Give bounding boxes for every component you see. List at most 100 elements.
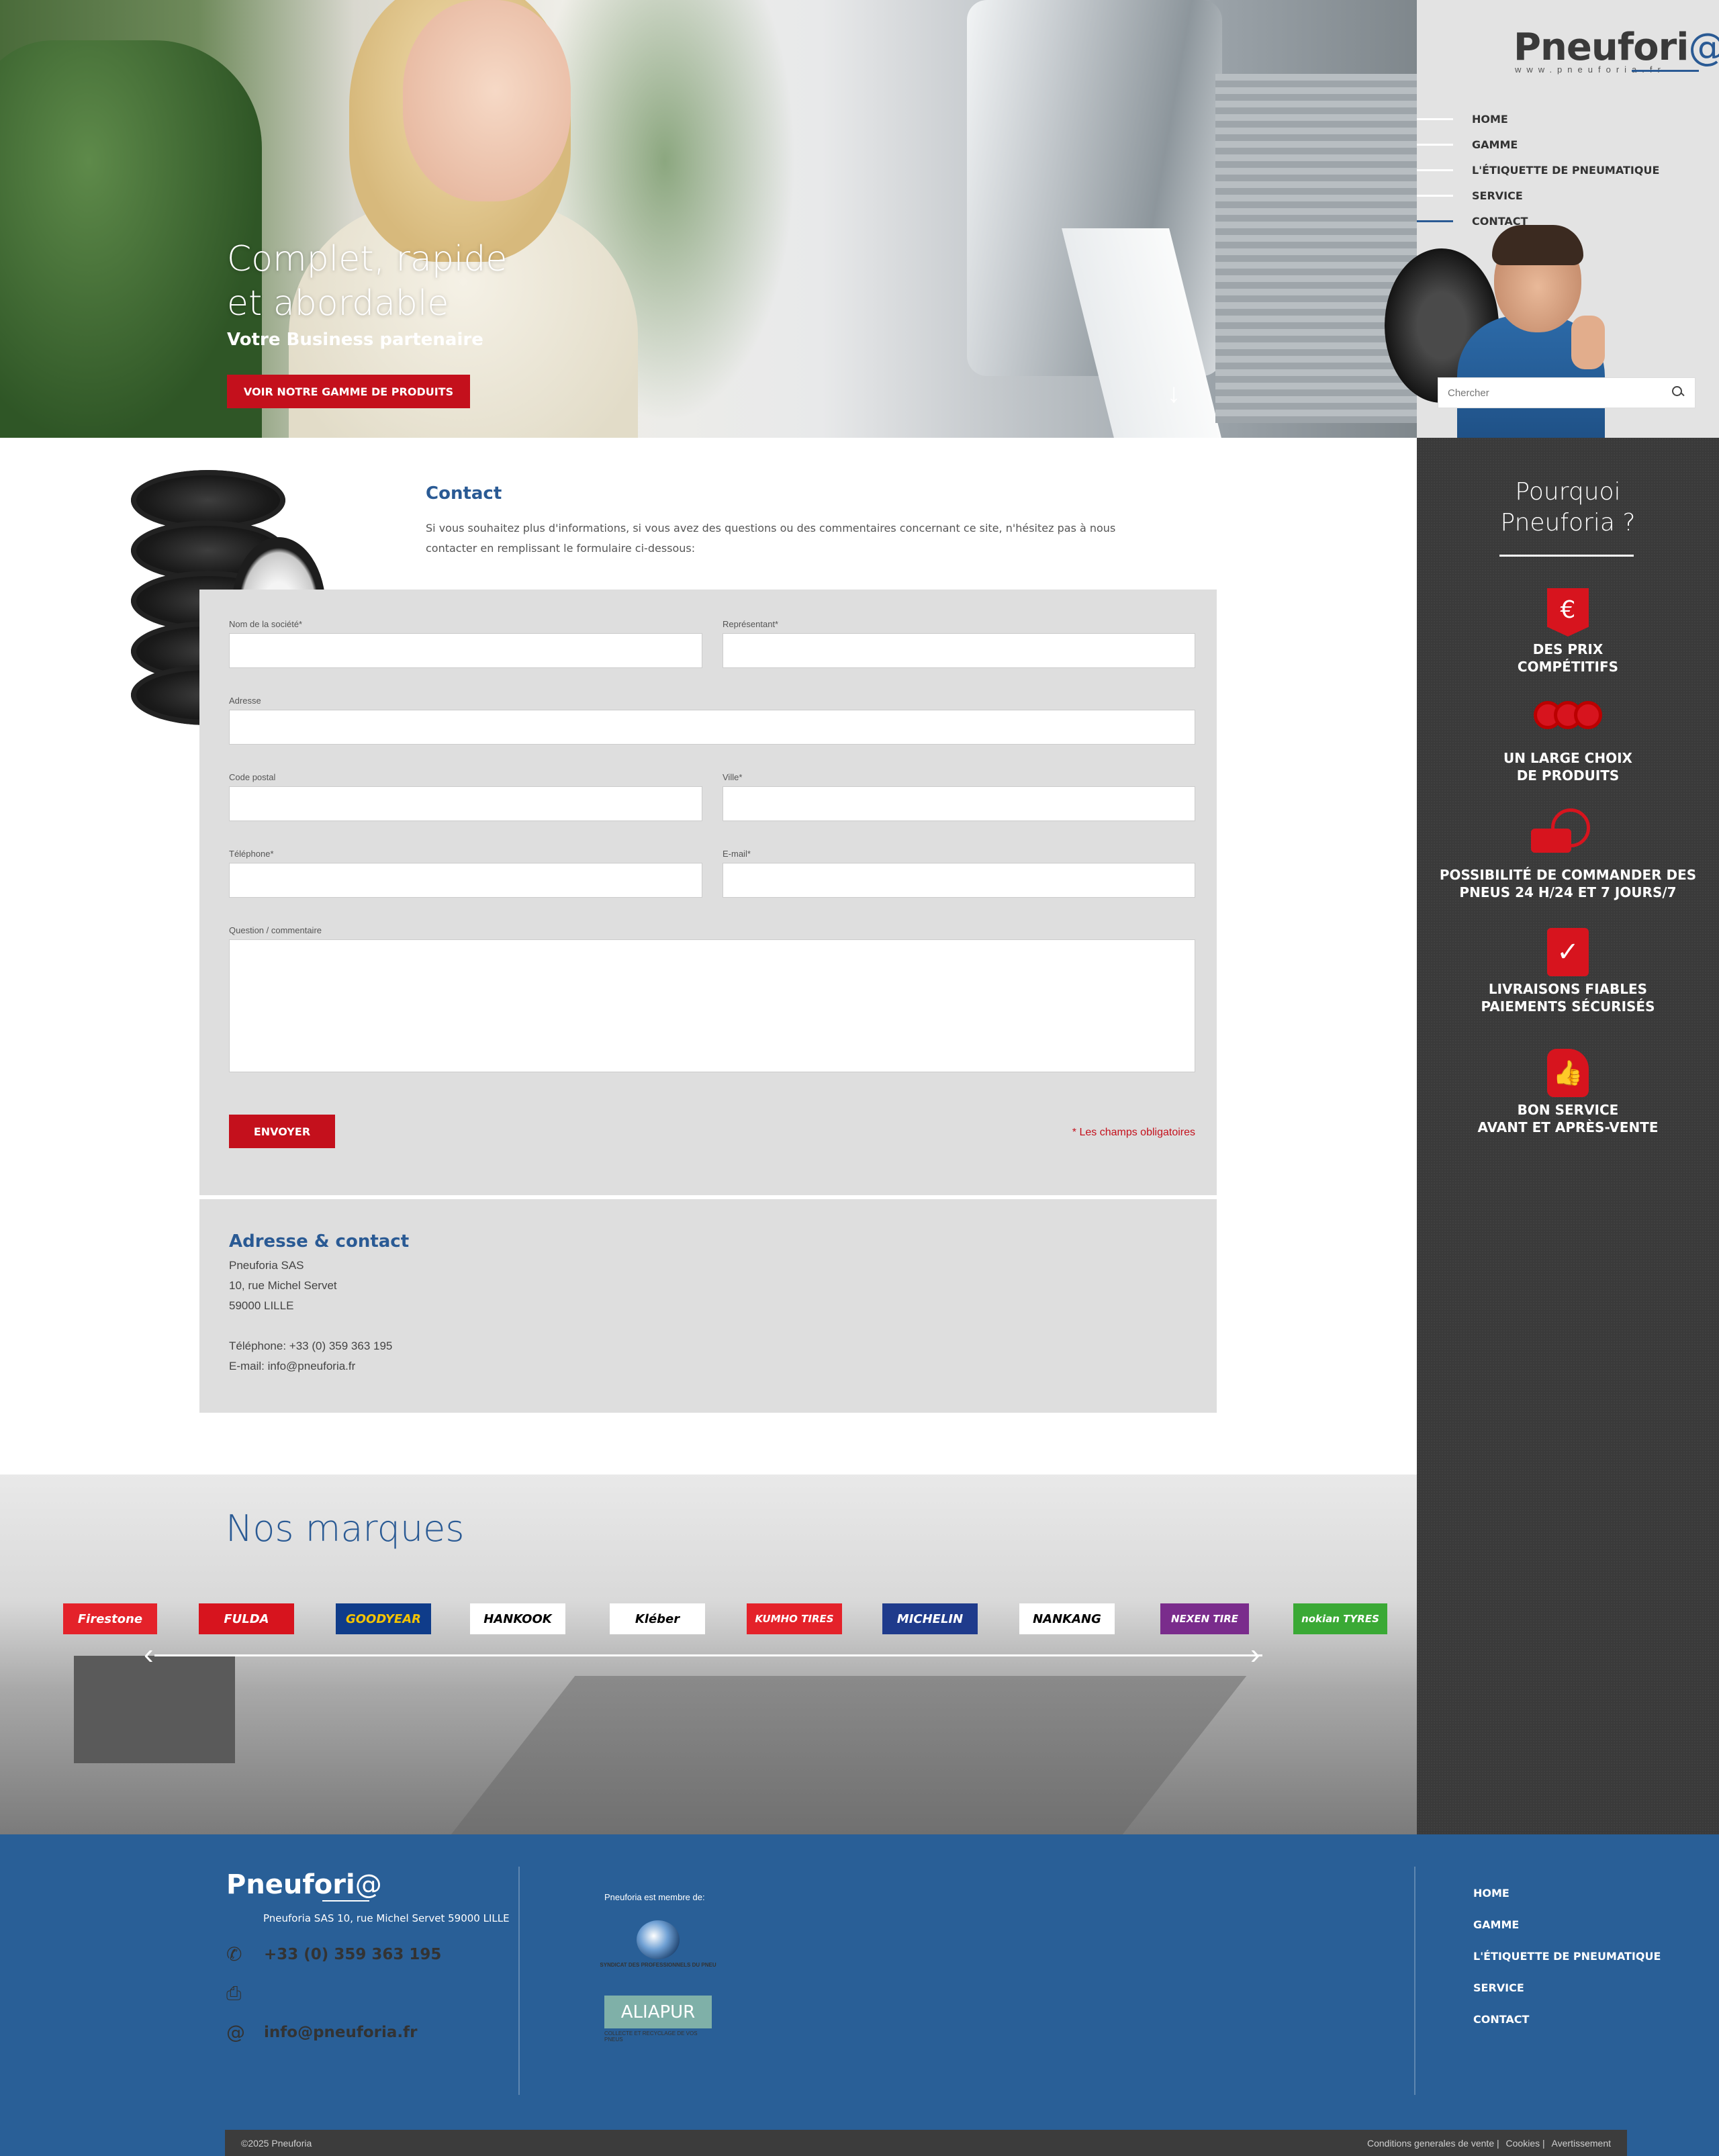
city-label: Ville*	[723, 772, 743, 782]
email-input[interactable]	[723, 863, 1195, 898]
required-note: * Les champs obligatoires	[1072, 1127, 1195, 1138]
feature-choice: UN LARGE CHOIX DE PRODUITS	[1417, 701, 1719, 784]
cookies-link[interactable]: Cookies	[1506, 2138, 1540, 2149]
logo-underline	[1632, 70, 1699, 72]
footer-divider	[1414, 1867, 1415, 2095]
printer-icon: ⎙	[226, 1982, 242, 2004]
representative-label: Représentant*	[723, 619, 779, 629]
feature-label: BON SERVICE AVANT ET APRÈS-VENTE	[1477, 1102, 1659, 1135]
comment-textarea[interactable]	[229, 939, 1195, 1072]
syndicat-caption: SYNDICAT DES PROFESSIONNELS DU PNEU	[600, 1962, 716, 1968]
footer-phone: ✆ +33 (0) 359 363 195	[226, 1943, 441, 1965]
company-input[interactable]	[229, 633, 702, 668]
nav-dash-active	[1417, 220, 1453, 222]
brand-logo-kumho-tires[interactable]: KUMHO TIRES	[747, 1603, 842, 1634]
address-input[interactable]	[229, 710, 1195, 745]
why-title: Pourquoi Pneuforia ?	[1500, 478, 1636, 536]
brands-title: Nos marques	[226, 1507, 465, 1550]
email-label: E-mail*	[723, 849, 751, 859]
address-title: Adresse & contact	[229, 1231, 410, 1252]
brand-logo-nexen-tire[interactable]: NEXEN TIRE	[1160, 1603, 1249, 1634]
at-sign-icon: @	[226, 2021, 245, 2043]
phone-field: Téléphone*	[229, 849, 702, 898]
footer-nav-contact[interactable]: CONTACT	[1473, 2013, 1661, 2045]
nav-item-service[interactable]: SERVICE	[1417, 183, 1719, 208]
feature-label: UN LARGE CHOIX DE PRODUITS	[1503, 750, 1632, 784]
nav-item-gamme[interactable]: GAMME	[1417, 132, 1719, 157]
footer-logo[interactable]: Pneufori@	[226, 1869, 382, 1900]
member-label: Pneuforia est membre de:	[604, 1892, 705, 1902]
carousel-prev-icon[interactable]: ‹	[144, 1640, 154, 1669]
footer-email-text[interactable]: info@pneuforia.fr	[264, 2024, 418, 2041]
brand-logo-fulda[interactable]: FULDA	[199, 1603, 294, 1634]
nav-label: SERVICE	[1472, 189, 1523, 202]
nav-dash	[1417, 194, 1453, 197]
search-box	[1438, 377, 1695, 408]
search-icon[interactable]	[1672, 386, 1685, 400]
footer-links: Conditions generales de vente | Cookies …	[1366, 2137, 1611, 2149]
postal-input[interactable]	[229, 786, 702, 821]
nav-item-home[interactable]: HOME	[1417, 106, 1719, 132]
footer-logo-underline	[322, 1900, 369, 1902]
nav-dash	[1417, 118, 1453, 120]
site-logo[interactable]: Pneufori@	[1514, 26, 1719, 69]
hero-text: Complet, rapide et abordable Votre Busin…	[227, 237, 507, 350]
euro-shield-icon: €	[1547, 588, 1589, 637]
thumbs-up-icon: 👍	[1547, 1049, 1589, 1097]
scroll-down-icon[interactable]: ↓	[1167, 380, 1180, 407]
feature-label: DES PRIX COMPÉTITIFS	[1517, 641, 1619, 675]
brand-logo-firestone[interactable]: Firestone	[63, 1603, 157, 1634]
company-field: Nom de la société*	[229, 619, 702, 668]
address-lines: Pneuforia SAS 10, rue Michel Servet 5900…	[229, 1259, 393, 1372]
brand-logo-goodyear[interactable]: GOODYEAR	[336, 1603, 431, 1634]
brand-logo-nankang[interactable]: NANKANG	[1019, 1603, 1115, 1634]
phone-label: Téléphone*	[229, 849, 274, 859]
carousel-next-icon[interactable]: ›	[1250, 1640, 1260, 1669]
footer-nav-home[interactable]: HOME	[1473, 1887, 1661, 1918]
hero-woman-face	[403, 0, 571, 201]
footer-divider	[518, 1867, 520, 2095]
footer-address: Pneuforia SAS 10, rue Michel Servet 5900…	[263, 1912, 510, 1924]
footer-nav-etiquette[interactable]: L'ÉTIQUETTE DE PNEUMATIQUE	[1473, 1950, 1661, 1981]
footer-bottom-bar: ©2025 Pneuforia Conditions generales de …	[225, 2130, 1627, 2156]
logo-at: @	[1688, 26, 1719, 69]
aliapur-logo[interactable]: ALIAPUR COLLECTE ET RECYCLAGE DE VOS PNE…	[604, 1996, 712, 2043]
cgv-link[interactable]: Conditions generales de vente	[1367, 2138, 1494, 2149]
address-field: Adresse	[229, 696, 1195, 745]
footer-email: @ info@pneuforia.fr	[226, 2021, 418, 2043]
mechanic-thumb	[1571, 316, 1605, 369]
send-button[interactable]: ENVOYER	[229, 1115, 335, 1148]
comment-field: Question / commentaire	[229, 925, 1195, 1072]
brand-logo-kl-ber[interactable]: Kléber	[610, 1603, 705, 1634]
road-sign-image	[74, 1656, 235, 1763]
clock-truck-icon	[1531, 808, 1598, 862]
phone-input[interactable]	[229, 863, 702, 898]
disclaimer-link[interactable]: Avertissement	[1552, 2138, 1611, 2149]
brand-logo-hankook[interactable]: HANKOOK	[470, 1603, 565, 1634]
view-products-button[interactable]: VOIR NOTRE GAMME DE PRODUITS	[227, 375, 470, 408]
footer-nav-gamme[interactable]: GAMME	[1473, 1918, 1661, 1950]
nav-label: GAMME	[1472, 138, 1518, 151]
feature-service: 👍 BON SERVICE AVANT ET APRÈS-VENTE	[1417, 1049, 1719, 1136]
brand-logo-nokian-tyres[interactable]: nokian TYRES	[1293, 1603, 1387, 1634]
company-label: Nom de la société*	[229, 619, 303, 629]
syndicat-logo[interactable]: SYNDICAT DES PROFESSIONNELS DU PNEU	[598, 1920, 718, 1974]
feature-prices: € DES PRIX COMPÉTITIFS	[1417, 588, 1719, 675]
clipboard-check-icon: ✓	[1547, 928, 1589, 976]
hero-subtitle: Votre Business partenaire	[227, 330, 483, 350]
city-input[interactable]	[723, 786, 1195, 821]
footer-logo-at: @	[355, 1869, 382, 1900]
search-input[interactable]	[1448, 387, 1672, 399]
nav-item-etiquette[interactable]: L'ÉTIQUETTE DE PNEUMATIQUE	[1417, 157, 1719, 183]
hero-chair-image	[0, 40, 262, 438]
footer-phone-text[interactable]: +33 (0) 359 363 195	[264, 1946, 441, 1963]
feature-label: POSSIBILITÉ DE COMMANDER DES PNEUS 24 H/…	[1439, 867, 1697, 900]
footer-logo-text: Pneufori	[226, 1869, 355, 1900]
representative-input[interactable]	[723, 633, 1195, 668]
phone-icon: ✆	[226, 1943, 242, 1965]
footer-nav-service[interactable]: SERVICE	[1473, 1981, 1661, 2013]
nav-dash	[1417, 169, 1453, 171]
aliapur-caption: COLLECTE ET RECYCLAGE DE VOS PNEUS	[604, 2030, 698, 2043]
brand-logo-michelin[interactable]: MICHELIN	[882, 1603, 978, 1634]
postal-label: Code postal	[229, 772, 276, 782]
